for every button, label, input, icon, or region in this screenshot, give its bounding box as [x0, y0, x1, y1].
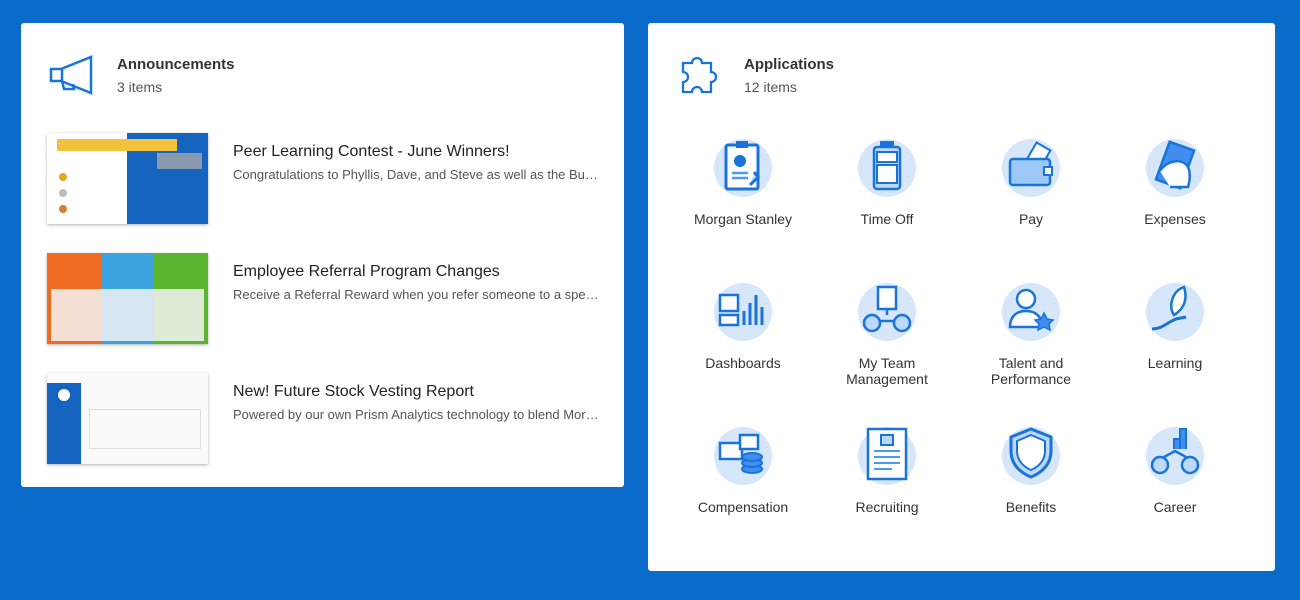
app-label: Expenses: [1144, 211, 1206, 227]
shield-icon: [1002, 427, 1060, 485]
team-icon: [858, 283, 916, 341]
hand-cash-icon: [1146, 139, 1204, 197]
announcement-description: Powered by our own Prism Analytics techn…: [233, 407, 603, 422]
app-tile-talent-and-performance[interactable]: Talent and Performance: [961, 277, 1101, 387]
applications-title: Applications: [744, 56, 835, 73]
suitcase-icon: [858, 139, 916, 197]
announcements-title: Announcements: [117, 56, 235, 73]
announcements-card: Announcements 3 items Peer Learning Cont…: [21, 23, 624, 487]
app-tile-career[interactable]: Career: [1105, 421, 1245, 515]
referral-illustration-image: [47, 253, 208, 344]
career-icon: [1146, 427, 1204, 485]
app-tile-my-team-management[interactable]: My Team Management: [817, 277, 957, 387]
hand-leaf-icon: [1146, 283, 1204, 341]
announcement-description: Receive a Referral Reward when you refer…: [233, 287, 603, 302]
app-label: Benefits: [1005, 499, 1057, 515]
app-tile-expenses[interactable]: Expenses: [1105, 133, 1245, 227]
app-label: Pay: [1018, 211, 1044, 227]
app-label: Dashboards: [705, 355, 781, 371]
announcements-count: 3 items: [117, 79, 163, 95]
announcement-title[interactable]: Peer Learning Contest - June Winners!: [233, 143, 510, 161]
app-label: Talent and Performance: [990, 355, 1072, 387]
dashboard-icon: [714, 283, 772, 341]
applications-card: Applications 12 items Morgan Stanley Time…: [648, 23, 1275, 571]
resume-icon: [858, 427, 916, 485]
congratulations-banner-image: [47, 133, 208, 224]
app-tile-dashboards[interactable]: Dashboards: [673, 277, 813, 371]
announcement-title[interactable]: Employee Referral Program Changes: [233, 263, 500, 281]
app-tile-benefits[interactable]: Benefits: [961, 421, 1101, 515]
app-tile-recruiting[interactable]: Recruiting: [817, 421, 957, 515]
megaphone-icon: [49, 55, 93, 95]
app-label: Time Off: [860, 211, 914, 227]
app-label: Compensation: [697, 499, 789, 515]
person-star-icon: [1002, 283, 1060, 341]
announcement-title[interactable]: New! Future Stock Vesting Report: [233, 383, 474, 401]
app-tile-time-off[interactable]: Time Off: [817, 133, 957, 227]
announcement-item[interactable]: Employee Referral Program Changes Receiv…: [47, 253, 607, 345]
announcement-item[interactable]: New! Future Stock Vesting Report Powered…: [47, 373, 607, 465]
clipboard-chart-icon: [714, 139, 772, 197]
applications-count: 12 items: [744, 79, 797, 95]
puzzle-icon: [681, 56, 718, 94]
report-screenshot-image: [47, 373, 208, 464]
app-tile-compensation[interactable]: Compensation: [673, 421, 813, 515]
app-tile-learning[interactable]: Learning: [1105, 277, 1245, 371]
app-tile-pay[interactable]: Pay: [961, 133, 1101, 227]
app-label: Recruiting: [855, 499, 919, 515]
coins-icon: [714, 427, 772, 485]
app-label: Morgan Stanley: [693, 211, 793, 227]
app-label: Learning: [1147, 355, 1203, 371]
announcement-item[interactable]: Peer Learning Contest - June Winners! Co…: [47, 133, 607, 225]
announcement-description: Congratulations to Phyllis, Dave, and St…: [233, 167, 603, 182]
app-label: My Team Management: [846, 355, 928, 387]
wallet-icon: [1002, 139, 1060, 197]
app-label: Career: [1153, 499, 1197, 515]
app-tile-morgan-stanley[interactable]: Morgan Stanley: [673, 133, 813, 227]
